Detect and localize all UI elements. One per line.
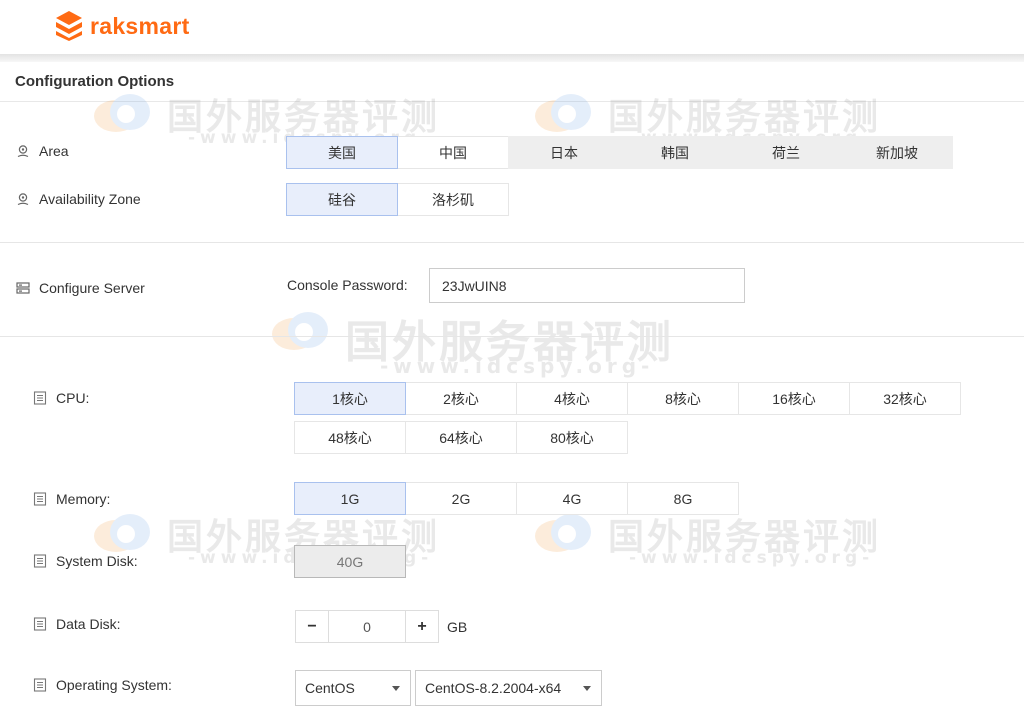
area-option-jp[interactable]: 日本 (508, 136, 620, 169)
brand-name: raksmart (90, 12, 190, 39)
list-doc-icon (33, 554, 47, 568)
list-doc-icon (33, 391, 47, 405)
section-divider (0, 336, 1024, 337)
system-disk-label: System Disk: (33, 553, 138, 569)
watermark-cloud-icon (94, 514, 150, 552)
cpu-options: 1核心 2核心 4核心 8核心 16核心 32核心 48核心 64核心 80核心 (294, 382, 975, 454)
area-option-cn[interactable]: 中国 (397, 136, 509, 169)
location-pin-icon (17, 145, 29, 158)
availability-zone-label: Availability Zone (16, 191, 141, 207)
memory-option-8g[interactable]: 8G (627, 482, 739, 515)
area-label: Area (16, 143, 69, 159)
data-disk-label-text: Data Disk: (56, 616, 121, 632)
memory-option-1g[interactable]: 1G (294, 482, 406, 515)
area-option-us[interactable]: 美国 (286, 136, 398, 169)
cpu-option-2[interactable]: 2核心 (405, 382, 517, 415)
area-options: 美国 中国 日本 韩国 荷兰 新加坡 (286, 136, 967, 169)
operating-system-label-text: Operating System: (56, 677, 172, 693)
watermark-url: -www.idcspy.org- (380, 354, 655, 378)
watermark-text: 国外服务器评测 (345, 317, 674, 368)
os-family-value: CentOS (305, 680, 355, 696)
watermark-cloud-icon (535, 514, 591, 552)
area-option-nl[interactable]: 荷兰 (730, 136, 842, 169)
console-password-label: Console Password: (287, 277, 408, 293)
list-doc-icon (33, 617, 47, 631)
chevron-down-icon (583, 686, 591, 691)
server-icon (16, 282, 30, 294)
os-version-value: CentOS-8.2.2004-x64 (425, 680, 562, 696)
memory-option-4g[interactable]: 4G (516, 482, 628, 515)
raksmart-logo-icon (56, 11, 82, 41)
cpu-option-32[interactable]: 32核心 (849, 382, 961, 415)
cpu-label: CPU: (33, 390, 89, 406)
data-disk-stepper: − 0 + (295, 610, 439, 643)
watermark-text: 国外服务器评测 (167, 97, 441, 138)
memory-label: Memory: (33, 491, 110, 507)
area-option-kr[interactable]: 韩国 (619, 136, 731, 169)
zone-option-los-angeles[interactable]: 洛杉矶 (397, 183, 509, 216)
availability-zone-label-text: Availability Zone (39, 191, 141, 207)
data-disk-increment-button[interactable]: + (405, 610, 439, 643)
cpu-option-1[interactable]: 1核心 (294, 382, 406, 415)
data-disk-unit: GB (447, 619, 468, 635)
cpu-option-8[interactable]: 8核心 (627, 382, 739, 415)
cpu-option-48[interactable]: 48核心 (294, 421, 406, 454)
watermark-cloud-icon (94, 94, 150, 132)
memory-label-text: Memory: (56, 491, 111, 507)
configure-server-label-text: Configure Server (39, 280, 145, 296)
cpu-option-16[interactable]: 16核心 (738, 382, 850, 415)
zone-option-silicon-valley[interactable]: 硅谷 (286, 183, 398, 216)
cpu-label-text: CPU: (56, 390, 90, 406)
watermark-url: -www.idcspy.org- (629, 548, 875, 568)
system-disk-label-text: System Disk: (56, 553, 138, 569)
watermark-text: 国外服务器评测 (608, 97, 882, 138)
os-version-select[interactable]: CentOS-8.2.2004-x64 (415, 670, 602, 706)
header-shadow (0, 54, 1024, 62)
os-family-select[interactable]: CentOS (295, 670, 411, 706)
title-divider (0, 101, 1024, 102)
data-disk-label: Data Disk: (33, 616, 121, 632)
console-password-input[interactable]: 23JwUIN8 (429, 268, 745, 303)
location-pin-icon (17, 193, 29, 206)
cpu-option-80[interactable]: 80核心 (516, 421, 628, 454)
section-divider (0, 242, 1024, 243)
system-disk-value: 40G (294, 545, 406, 578)
section-title: Configuration Options (15, 73, 175, 90)
operating-system-label: Operating System: (33, 677, 172, 693)
data-disk-value-input[interactable]: 0 (329, 610, 405, 643)
data-disk-decrement-button[interactable]: − (295, 610, 329, 643)
memory-options: 1G 2G 4G 8G (294, 482, 755, 515)
watermark-text: 国外服务器评测 (608, 517, 882, 558)
cpu-option-64[interactable]: 64核心 (405, 421, 517, 454)
cpu-option-4[interactable]: 4核心 (516, 382, 628, 415)
area-label-text: Area (39, 143, 69, 159)
watermark-cloud-icon (272, 312, 328, 350)
list-doc-icon (33, 492, 47, 506)
availability-zone-options: 硅谷 洛杉矶 (286, 183, 527, 216)
top-bar: raksmart (0, 0, 1024, 54)
list-doc-icon (33, 678, 47, 692)
chevron-down-icon (392, 686, 400, 691)
watermark-cloud-icon (535, 94, 591, 132)
configure-server-label: Configure Server (16, 280, 145, 296)
system-disk-options: 40G (294, 545, 415, 578)
area-option-sg[interactable]: 新加坡 (841, 136, 953, 169)
memory-option-2g[interactable]: 2G (405, 482, 517, 515)
raksmart-logo[interactable]: raksmart (54, 9, 190, 43)
